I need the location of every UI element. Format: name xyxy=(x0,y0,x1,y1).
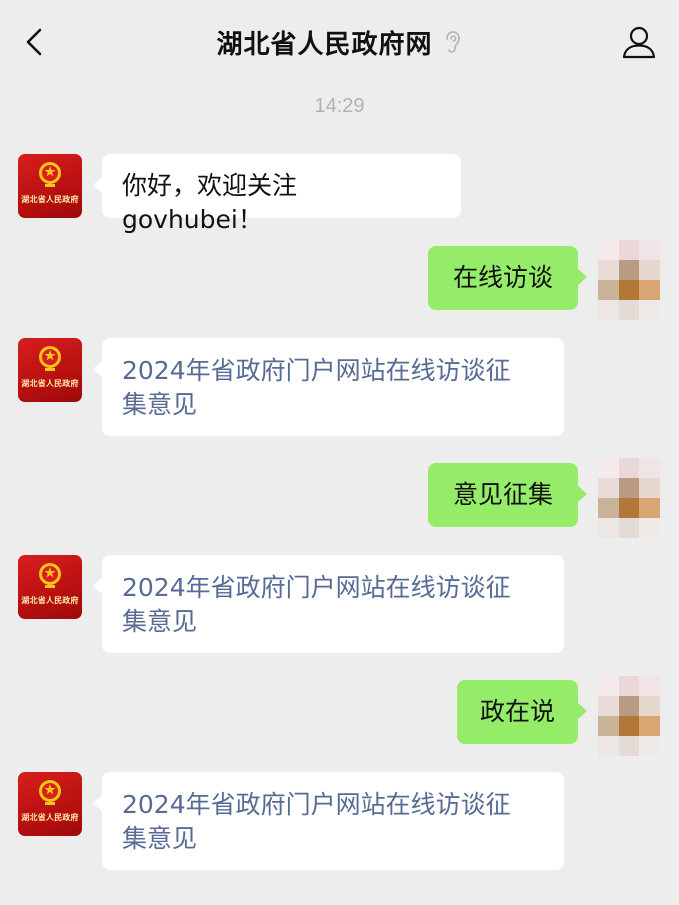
incoming-link-message[interactable]: 2024年省政府门户网站在线访谈征 集意见 xyxy=(93,338,564,436)
avatar-label: 湖北省人民政府 xyxy=(21,813,79,822)
user-avatar[interactable] xyxy=(598,458,660,538)
account-avatar[interactable]: 湖北省人民政府 xyxy=(18,555,82,619)
ear-icon xyxy=(445,31,460,53)
user-avatar[interactable] xyxy=(598,240,660,320)
user-avatar[interactable] xyxy=(598,676,660,756)
national-emblem-icon xyxy=(39,162,61,187)
account-avatar[interactable]: 湖北省人民政府 xyxy=(18,338,82,402)
outgoing-message[interactable]: 意见征集 xyxy=(428,463,587,527)
outgoing-message[interactable]: 政在说 xyxy=(457,680,587,744)
national-emblem-icon xyxy=(39,346,61,371)
message-timestamp: 14:29 xyxy=(314,95,365,117)
chat-screen: 湖北省人民政府网 14:29 湖北省人民政府 你好，欢迎关注 govhubei！ xyxy=(0,0,679,905)
avatar-label: 湖北省人民政府 xyxy=(21,596,79,605)
avatar-label: 湖北省人民政府 xyxy=(21,379,79,388)
message-link-line[interactable]: 集意见 xyxy=(122,822,544,856)
incoming-link-message[interactable]: 2024年省政府门户网站在线访谈征 集意见 xyxy=(93,555,564,653)
account-avatar[interactable]: 湖北省人民政府 xyxy=(18,772,82,836)
person-icon xyxy=(622,26,656,59)
outgoing-message[interactable]: 在线访谈 xyxy=(428,246,587,310)
message-text: 在线访谈 xyxy=(452,263,553,292)
incoming-link-message[interactable]: 2024年省政府门户网站在线访谈征 集意见 xyxy=(93,772,564,870)
message-text: 意见征集 xyxy=(452,480,553,509)
avatar-label: 湖北省人民政府 xyxy=(21,195,79,204)
incoming-message[interactable]: 你好，欢迎关注 govhubei！ xyxy=(93,154,461,234)
message-link-line[interactable]: 集意见 xyxy=(122,388,544,422)
message-text: 你好，欢迎关注 govhubei！ xyxy=(122,171,298,234)
chat-title: 湖北省人民政府网 xyxy=(216,29,433,60)
national-emblem-icon xyxy=(39,780,61,805)
account-avatar[interactable]: 湖北省人民政府 xyxy=(18,154,82,218)
message-text: 政在说 xyxy=(479,697,555,726)
message-link-line[interactable]: 2024年省政府门户网站在线访谈征 xyxy=(122,354,544,388)
chat-header: 湖北省人民政府网 xyxy=(0,0,679,86)
profile-button[interactable] xyxy=(619,22,659,62)
national-emblem-icon xyxy=(39,563,61,588)
message-link-line[interactable]: 集意见 xyxy=(122,605,544,639)
message-link-line[interactable]: 2024年省政府门户网站在线访谈征 xyxy=(122,571,544,605)
message-link-line[interactable]: 2024年省政府门户网站在线访谈征 xyxy=(122,788,544,822)
title-group: 湖北省人民政府网 xyxy=(0,22,679,62)
